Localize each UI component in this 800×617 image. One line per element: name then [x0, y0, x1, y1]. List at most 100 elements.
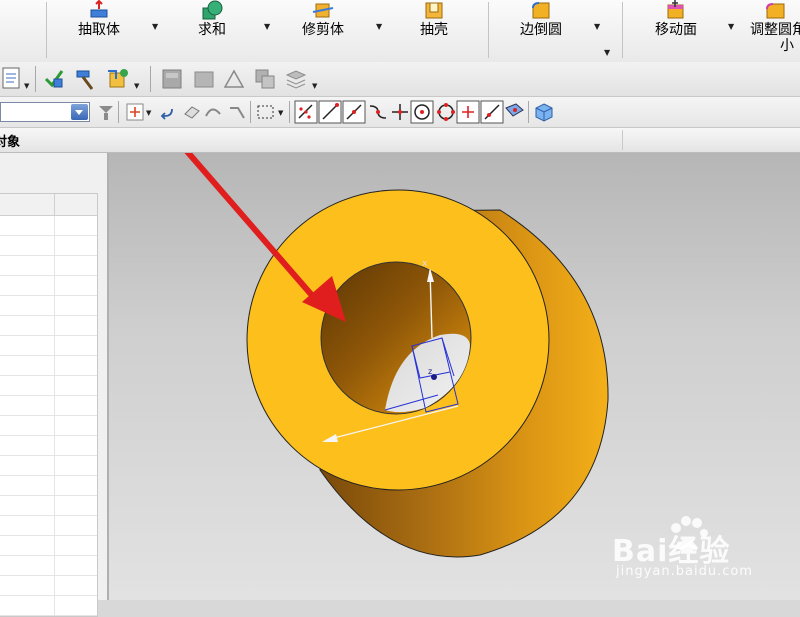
cube-view-icon[interactable]	[532, 100, 556, 124]
chevron-down-icon[interactable]	[71, 104, 88, 120]
axis-x-label: x	[422, 259, 428, 269]
snap-point-icon[interactable]	[124, 100, 148, 124]
hammer-icon[interactable]	[74, 67, 98, 91]
resize-blend-label: 调整圆角	[750, 22, 800, 38]
unite-icon	[202, 0, 223, 20]
move-face-label: 移动面	[655, 22, 697, 38]
eraser-icon[interactable]	[180, 100, 204, 124]
ribbon-separator	[488, 2, 489, 58]
table-row[interactable]	[0, 536, 97, 556]
chevron-down-icon[interactable]: ▼	[312, 82, 317, 90]
selection-filter-dropdown[interactable]	[0, 102, 90, 122]
watermark-url: jingyan.baidu.com	[616, 564, 753, 579]
chevron-down-icon[interactable]: ▼	[604, 48, 610, 57]
table-row[interactable]	[0, 516, 97, 536]
ribbon-separator	[46, 2, 47, 58]
panel-header: 对象	[0, 128, 800, 153]
chevron-down-icon[interactable]: ▼	[134, 82, 139, 90]
shell-label: 抽壳	[420, 22, 448, 38]
arc-center-icon[interactable]	[410, 100, 434, 124]
control-point-icon[interactable]	[366, 100, 390, 124]
edge-blend-button[interactable]: 边倒圆	[508, 0, 574, 58]
ribbon-separator	[622, 2, 623, 58]
panel-title: 对象	[0, 135, 21, 150]
table-row[interactable]	[0, 596, 97, 616]
snap-all-icon[interactable]	[294, 100, 318, 124]
move-face-button[interactable]: 移动面	[640, 0, 712, 58]
toolbar-separator	[150, 66, 151, 92]
table-row[interactable]	[0, 396, 97, 416]
table-row[interactable]	[0, 216, 97, 236]
table-row[interactable]	[0, 296, 97, 316]
end-point-icon[interactable]	[318, 100, 342, 124]
resize-blend-icon	[766, 3, 785, 19]
trim-body-button[interactable]: 修剪体	[288, 0, 358, 58]
tangent-curve-icon[interactable]	[226, 100, 250, 124]
table-row[interactable]	[0, 276, 97, 296]
triangle-icon[interactable]	[222, 67, 246, 91]
unite-label: 求和	[198, 22, 226, 38]
trim-body-label: 修剪体	[302, 22, 344, 38]
point-on-curve-icon[interactable]	[480, 100, 504, 124]
table-row[interactable]	[0, 416, 97, 436]
existing-point-icon[interactable]	[456, 100, 480, 124]
chevron-down-icon[interactable]: ▼	[146, 109, 151, 117]
toolbar-separator	[35, 66, 36, 92]
point-on-face-icon[interactable]	[503, 100, 527, 124]
selection-box-icon[interactable]	[254, 100, 278, 124]
quadrant-point-icon[interactable]	[434, 100, 458, 124]
shell-icon	[425, 2, 443, 19]
extrude-check-icon[interactable]	[42, 67, 66, 91]
axis-z-label: z	[428, 367, 432, 376]
extract-body-button[interactable]: 抽取体	[62, 0, 136, 58]
chevron-down-icon[interactable]: ▼	[376, 22, 382, 31]
table-row[interactable]	[0, 376, 97, 396]
unite-button[interactable]: 求和	[180, 0, 244, 58]
trim-body-icon	[312, 3, 334, 18]
table-header[interactable]	[0, 194, 97, 216]
table-row[interactable]	[0, 456, 97, 476]
navigator-table[interactable]	[0, 193, 98, 617]
toolbar-separator	[528, 101, 529, 123]
shell-button[interactable]: 抽壳	[404, 0, 464, 58]
baidu-watermark: Bai经验 jingyan.baidu.com	[612, 512, 798, 598]
pattern-face-icon[interactable]	[253, 67, 277, 91]
resize-blend-button[interactable]: 调整圆角 小	[746, 0, 800, 58]
table-row[interactable]	[0, 576, 97, 596]
edge-blend-label: 边倒圆	[520, 22, 562, 38]
table-row[interactable]	[0, 556, 97, 576]
table-row[interactable]	[0, 336, 97, 356]
undo-arrow-icon[interactable]	[156, 100, 180, 124]
table-row[interactable]	[0, 476, 97, 496]
table-row[interactable]	[0, 256, 97, 276]
chevron-down-icon[interactable]: ▼	[24, 82, 29, 90]
resize-blend-label-line2: 小	[780, 38, 794, 54]
ribbon-toolbar: 抽取体 ▼ 求和 ▼ 修剪体 ▼ 抽壳 边倒圆 ▼ ▼ 移动面 ▼ 调整圆角 小	[0, 0, 800, 63]
chevron-down-icon[interactable]: ▼	[728, 22, 734, 31]
table-row[interactable]	[0, 316, 97, 336]
hole-cavity[interactable]	[320, 261, 472, 415]
face-edit-icon[interactable]	[106, 67, 130, 91]
intersection-point-icon[interactable]	[388, 100, 412, 124]
table-row[interactable]	[0, 436, 97, 456]
extract-body-icon	[90, 0, 108, 18]
chevron-down-icon[interactable]: ▼	[594, 22, 600, 31]
filter-reset-icon[interactable]	[94, 100, 118, 124]
selection-toolbar: ▼ ▼	[0, 97, 800, 128]
table-row[interactable]	[0, 356, 97, 376]
extract-body-label: 抽取体	[78, 22, 120, 38]
part-navigator-panel[interactable]	[0, 153, 109, 617]
sync-face-icon[interactable]	[160, 67, 184, 91]
feature-toolbar: ▼ ▼ ▼	[0, 62, 800, 97]
chevron-down-icon[interactable]: ▼	[152, 22, 158, 31]
layer-stack-icon[interactable]	[284, 67, 308, 91]
table-row[interactable]	[0, 496, 97, 516]
table-row[interactable]	[0, 236, 97, 256]
connected-curve-icon[interactable]	[202, 100, 226, 124]
toolbar-separator	[118, 101, 119, 123]
mid-point-icon[interactable]	[342, 100, 366, 124]
offset-face-icon[interactable]	[192, 67, 216, 91]
chevron-down-icon[interactable]: ▼	[264, 22, 270, 31]
chevron-down-icon[interactable]: ▼	[278, 109, 283, 117]
edge-blend-icon	[532, 2, 550, 19]
